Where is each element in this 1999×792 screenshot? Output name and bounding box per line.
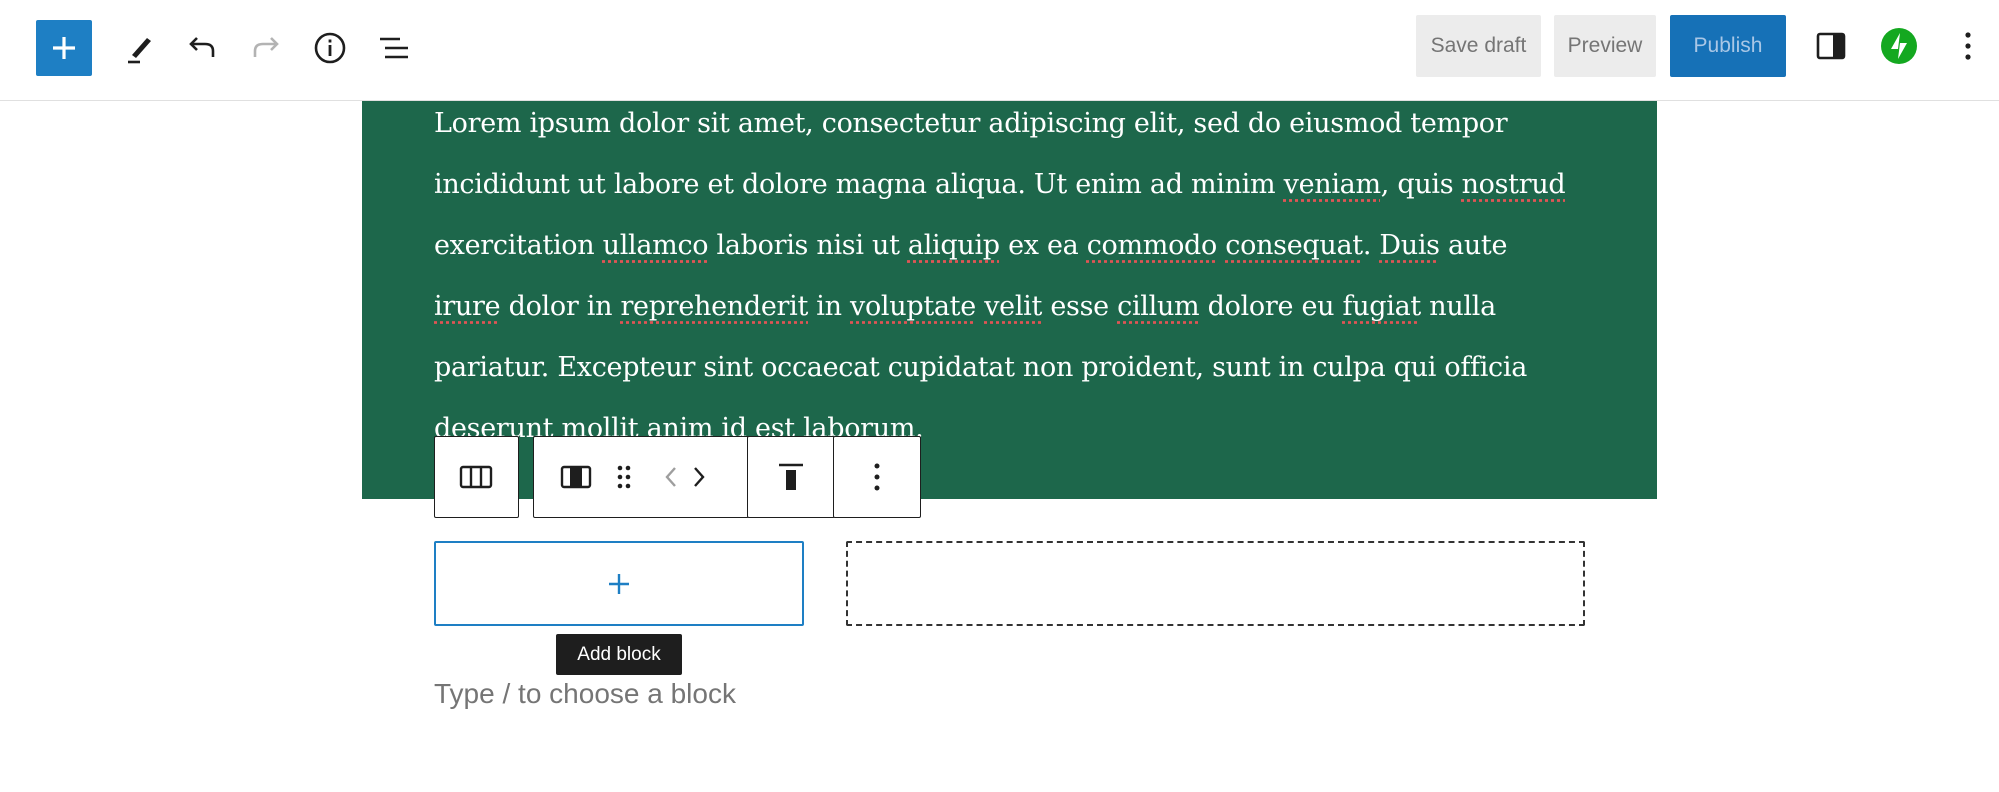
- misspelled-word: fugiat: [1342, 291, 1422, 322]
- misspelled-word: consequat: [1225, 230, 1363, 261]
- text-run: in: [808, 291, 851, 322]
- select-parent-button[interactable]: [434, 436, 519, 518]
- list-view-button[interactable]: [370, 24, 418, 72]
- block-type-button[interactable]: [556, 437, 596, 516]
- text-run: dolor in: [500, 291, 621, 322]
- publish-button[interactable]: Publish: [1670, 15, 1786, 77]
- tools-button[interactable]: [115, 24, 163, 72]
- misspelled-word: cillum: [1117, 291, 1200, 322]
- more-vertical-icon: [1965, 32, 1971, 60]
- misspelled-word: velit: [984, 291, 1043, 322]
- jetpack-icon: [1881, 28, 1917, 64]
- add-block-tooltip: Add block: [556, 634, 682, 675]
- text-run: nulla: [1420, 291, 1496, 322]
- block-controls: [533, 436, 749, 518]
- text-run: laboris nisi ut: [708, 230, 908, 261]
- plus-icon: [53, 37, 75, 59]
- text-run: ex ea: [999, 230, 1087, 261]
- text-run: dolore eu: [1199, 291, 1343, 322]
- save-draft-button[interactable]: Save draft: [1416, 15, 1541, 77]
- text-run: Lorem ipsum dolor sit amet, consectetur …: [434, 108, 1508, 139]
- chevron-right-icon: [694, 466, 705, 487]
- text-run: aute: [1439, 230, 1508, 261]
- misspelled-word: irure: [434, 291, 501, 322]
- text-run: , quis: [1380, 169, 1462, 200]
- pencil-icon: [128, 38, 151, 64]
- block-inserter-button[interactable]: [36, 20, 92, 76]
- text-run: incididunt ut labore et dolore magna ali…: [434, 169, 1284, 200]
- misspelled-word: veniam: [1283, 169, 1381, 200]
- text-run: exercitation: [434, 230, 603, 261]
- text-run: .: [1362, 230, 1380, 261]
- cover-paragraph[interactable]: Lorem ipsum dolor sit amet, consectetur …: [434, 101, 1594, 459]
- move-left-button[interactable]: [658, 437, 684, 516]
- text-run: pariatur. Excepteur sint occaecat cupida…: [434, 352, 1527, 383]
- misspelled-word: reprehenderit: [620, 291, 809, 322]
- misspelled-word: Duis: [1379, 230, 1440, 261]
- misspelled-word: voluptate: [850, 291, 976, 322]
- align-top-icon: [778, 463, 803, 490]
- undo-icon: [189, 37, 215, 57]
- paragraph-line: pariatur. Excepteur sint occaecat cupida…: [434, 337, 1594, 398]
- info-icon: [314, 32, 346, 64]
- paragraph-line: incididunt ut labore et dolore magna ali…: [434, 154, 1594, 215]
- drag-handle-icon: [617, 465, 631, 488]
- text-run: esse: [1042, 291, 1118, 322]
- redo-icon: [253, 37, 279, 57]
- details-button[interactable]: [306, 24, 354, 72]
- vertical-alignment-button[interactable]: [747, 436, 835, 518]
- misspelled-word: nostrud: [1461, 169, 1566, 200]
- misspelled-word: commodo: [1086, 230, 1218, 261]
- editor-header: Save draft Preview Publish: [0, 0, 1999, 101]
- chevron-left-icon: [665, 466, 676, 487]
- columns-icon: [459, 465, 493, 488]
- more-vertical-icon: [874, 463, 879, 490]
- options-button[interactable]: [1944, 22, 1992, 70]
- column-icon: [560, 465, 592, 488]
- block-placeholder[interactable]: Type / to choose a block: [434, 674, 736, 714]
- move-right-button[interactable]: [686, 437, 712, 516]
- misspelled-word: aliquip: [907, 230, 1000, 261]
- text-run: [976, 291, 984, 322]
- misspelled-word: ullamco: [602, 230, 709, 261]
- jetpack-button[interactable]: [1875, 22, 1923, 70]
- paragraph-line: irure dolor in reprehenderit in voluptat…: [434, 276, 1594, 337]
- redo-button[interactable]: [242, 24, 290, 72]
- list-view-icon: [380, 37, 408, 59]
- sidebar-toggle-icon: [1816, 32, 1846, 60]
- block-options-button[interactable]: [833, 436, 921, 518]
- undo-button[interactable]: [178, 24, 226, 72]
- drag-handle[interactable]: [609, 437, 639, 516]
- settings-sidebar-button[interactable]: [1807, 22, 1855, 70]
- empty-column[interactable]: [846, 541, 1585, 626]
- plus-icon: [609, 573, 629, 594]
- paragraph-line: Lorem ipsum dolor sit amet, consectetur …: [434, 101, 1594, 154]
- paragraph-line: exercitation ullamco laboris nisi ut ali…: [434, 215, 1594, 276]
- column-add-block-button[interactable]: [434, 541, 804, 626]
- preview-button[interactable]: Preview: [1554, 15, 1656, 77]
